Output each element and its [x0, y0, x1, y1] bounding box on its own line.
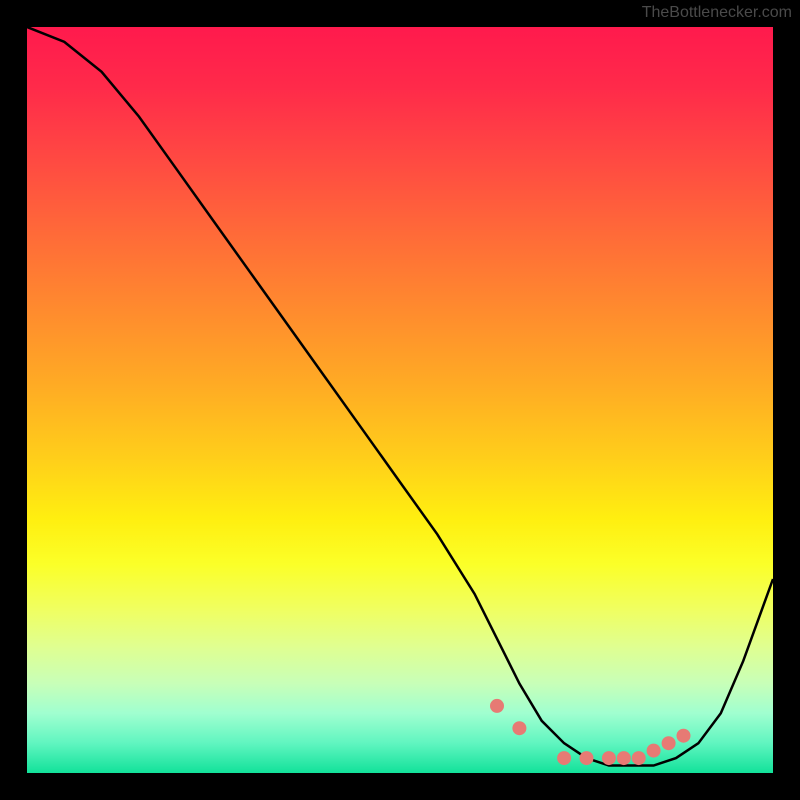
chart-svg — [27, 27, 773, 773]
chart-frame: TheBottlenecker.com — [0, 0, 800, 800]
plot-area — [27, 27, 773, 773]
highlight-dot — [512, 721, 526, 735]
attribution-text: TheBottlenecker.com — [642, 4, 792, 22]
highlight-dot — [490, 699, 504, 713]
highlight-dot — [677, 729, 691, 743]
highlight-dot — [557, 751, 571, 765]
highlight-dot — [580, 751, 594, 765]
highlight-dot — [632, 751, 646, 765]
highlight-dot — [647, 744, 661, 758]
highlight-dot — [617, 751, 631, 765]
highlight-dot — [662, 736, 676, 750]
bottleneck-curve — [27, 27, 773, 766]
highlight-dot — [602, 751, 616, 765]
